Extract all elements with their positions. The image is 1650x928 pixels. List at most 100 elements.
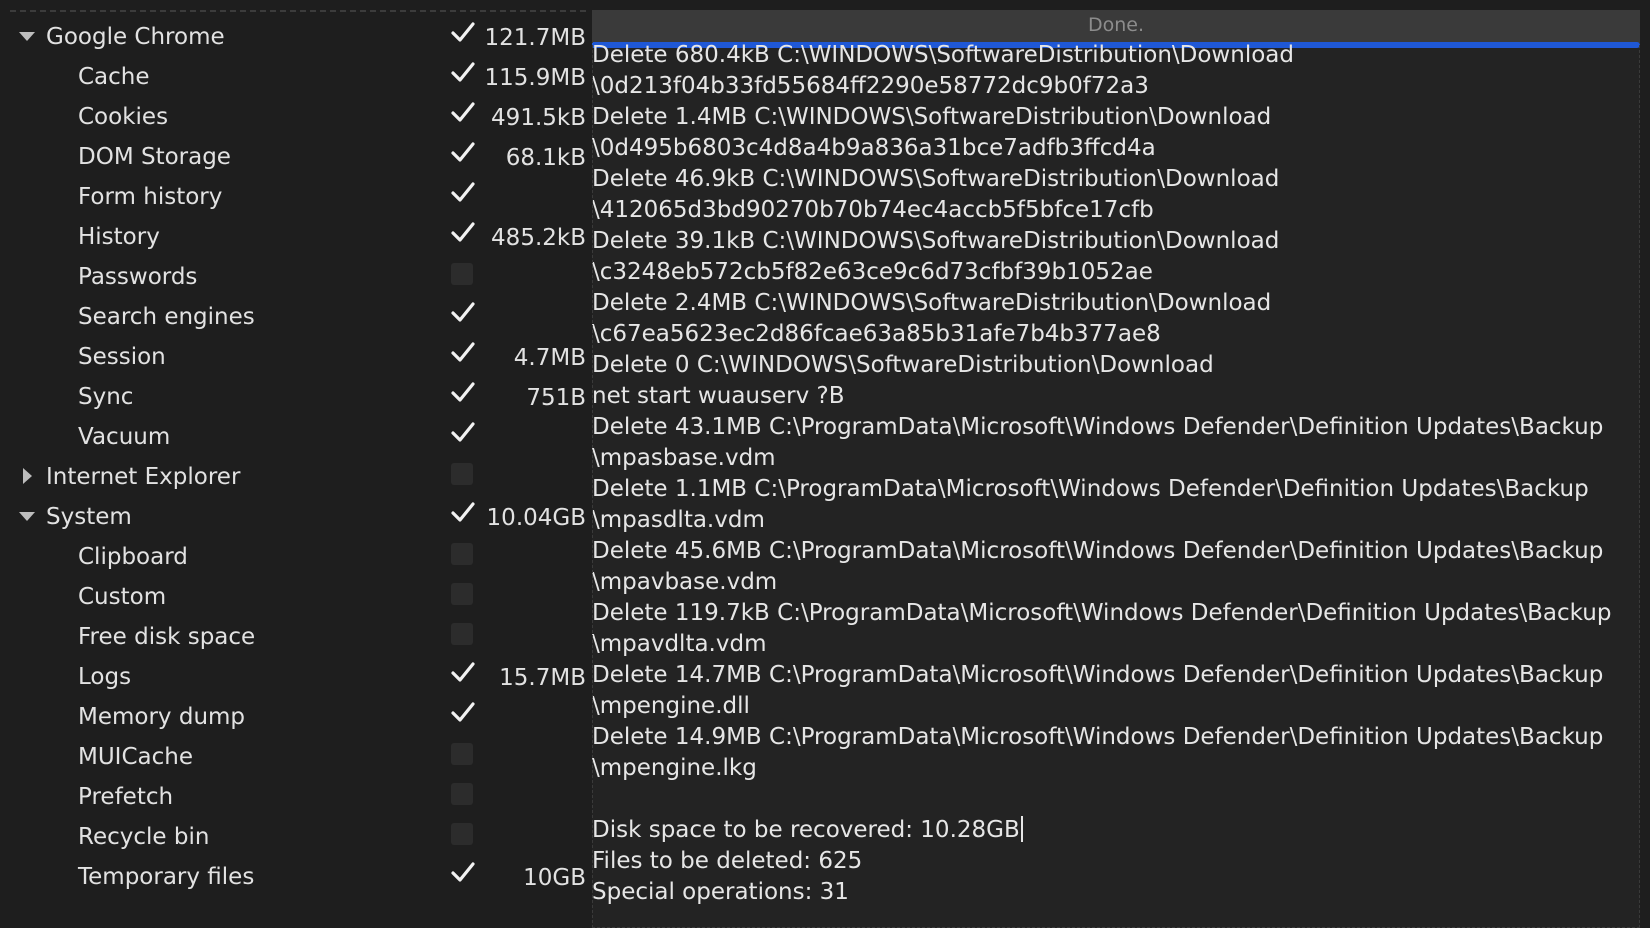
- log-line-text: \mpavbase.vdm: [592, 569, 778, 595]
- tree-item-checkbox[interactable]: [451, 62, 475, 85]
- log-line: Disk space to be recovered: 10.28GB: [592, 815, 1630, 846]
- tree-row[interactable]: Vacuum: [0, 414, 592, 456]
- tree-item-label: Clipboard: [78, 544, 188, 570]
- log-line: Delete 46.9kB C:\WINDOWS\SoftwareDistrib…: [592, 164, 1630, 195]
- tree-item-checkbox[interactable]: [451, 302, 475, 325]
- tree-row[interactable]: Google Chrome 121.7MB: [0, 14, 592, 56]
- log-line: Delete 43.1MB C:\ProgramData\Microsoft\W…: [592, 412, 1630, 443]
- tree-item-size: 491.5kB: [491, 105, 586, 131]
- tree-row[interactable]: Memory dump: [0, 694, 592, 736]
- tree-item-label: Vacuum: [78, 424, 171, 450]
- tree-item-label: Google Chrome: [46, 24, 225, 50]
- checkmark-icon: [451, 662, 475, 682]
- tree-item-size: 68.1kB: [505, 145, 586, 171]
- log-line: Delete 14.9MB C:\ProgramData\Microsoft\W…: [592, 722, 1630, 753]
- checkmark-icon: [451, 502, 475, 522]
- tree-row[interactable]: Session 4.7MB: [0, 334, 592, 376]
- log-line-text: \c67ea5623ec2d86fcae63a85b31afe7b4b377ae…: [592, 321, 1161, 347]
- tree-row[interactable]: MUICache: [0, 734, 592, 776]
- tree-item-checkbox[interactable]: [451, 662, 475, 685]
- tree-row[interactable]: Sync 751B: [0, 374, 592, 416]
- tree-item-label: Logs: [78, 664, 132, 690]
- log-line-text: Delete 1.4MB C:\WINDOWS\SoftwareDistribu…: [592, 104, 1272, 130]
- tree-item-size: 115.9MB: [484, 65, 586, 91]
- tree-row[interactable]: Prefetch: [0, 774, 592, 816]
- log-line: Delete 119.7kB C:\ProgramData\Microsoft\…: [592, 598, 1630, 629]
- tree-item-checkbox[interactable]: [451, 823, 473, 845]
- tree-row[interactable]: Search engines: [0, 294, 592, 336]
- tree-item-checkbox[interactable]: [451, 543, 473, 565]
- checkmark-icon: [451, 62, 475, 82]
- tree-item-label: Prefetch: [78, 784, 174, 810]
- tree-item-checkbox[interactable]: [451, 502, 475, 525]
- tree-item-checkbox[interactable]: [451, 222, 475, 245]
- tree-item-label: Passwords: [78, 264, 198, 290]
- log-line: \0d495b6803c4d8a4b9a836a31bce7adfb3ffcd4…: [592, 133, 1630, 164]
- tree-item-checkbox[interactable]: [451, 142, 475, 165]
- tree-item-checkbox[interactable]: [451, 702, 475, 725]
- tree-item-checkbox[interactable]: [451, 422, 475, 445]
- tree-item-checkbox[interactable]: [451, 783, 473, 805]
- log-line-text: Delete 0 C:\WINDOWS\SoftwareDistribution…: [592, 352, 1214, 378]
- tree-item-checkbox[interactable]: [451, 463, 473, 485]
- log-line-text: \0d495b6803c4d8a4b9a836a31bce7adfb3ffcd4…: [592, 135, 1156, 161]
- tree-row[interactable]: Internet Explorer: [0, 454, 592, 496]
- tree-item-label: Custom: [78, 584, 167, 610]
- preview-log-pane[interactable]: Done. Delete 680.4kB C:\WINDOWS\Software…: [592, 10, 1640, 928]
- checkmark-icon: [451, 862, 475, 882]
- log-text[interactable]: Delete 680.4kB C:\WINDOWS\SoftwareDistri…: [592, 40, 1630, 908]
- tree-item-label: Sync: [78, 384, 134, 410]
- tree-item-checkbox[interactable]: [451, 862, 475, 885]
- tree-row[interactable]: Cache 115.9MB: [0, 54, 592, 96]
- triangle-down-icon[interactable]: [18, 27, 36, 45]
- tree-item-label: Form history: [78, 184, 223, 210]
- log-line-text: \mpasdlta.vdm: [592, 507, 765, 533]
- cleaner-tree[interactable]: Google Chrome 121.7MB Cache 115.9MB Cookies 4…: [0, 0, 592, 928]
- tree-item-size: 10GB: [523, 865, 586, 891]
- tree-row[interactable]: Logs 15.7MB: [0, 654, 592, 696]
- tree-item-checkbox[interactable]: [451, 182, 475, 205]
- tree-item-checkbox[interactable]: [451, 263, 473, 285]
- log-line: Files to be deleted: 625: [592, 846, 1630, 877]
- tree-row[interactable]: System 10.04GB: [0, 494, 592, 536]
- log-line: Delete 1.1MB C:\ProgramData\Microsoft\Wi…: [592, 474, 1630, 505]
- tree-item-size: 10.04GB: [486, 505, 586, 531]
- tree-item-checkbox[interactable]: [451, 583, 473, 605]
- triangle-right-icon[interactable]: [18, 467, 36, 485]
- tree-row[interactable]: Cookies 491.5kB: [0, 94, 592, 136]
- tree-item-checkbox[interactable]: [451, 743, 473, 765]
- tree-row[interactable]: Passwords: [0, 254, 592, 296]
- tree-item-label: Cache: [78, 64, 150, 90]
- log-line: \0d213f04b33fd55684ff2290e58772dc9b0f72a…: [592, 71, 1630, 102]
- triangle-down-icon[interactable]: [18, 507, 36, 525]
- tree-item-checkbox[interactable]: [451, 342, 475, 365]
- tree-item-checkbox[interactable]: [451, 382, 475, 405]
- checkmark-icon: [451, 222, 475, 242]
- log-line-text: \412065d3bd90270b70b74ec4accb5f5bfce17cf…: [592, 197, 1154, 223]
- checkmark-icon: [451, 342, 475, 362]
- tree-item-size: 121.7MB: [484, 25, 586, 51]
- tree-row[interactable]: Custom: [0, 574, 592, 616]
- tree-row[interactable]: Form history: [0, 174, 592, 216]
- tree-item-checkbox[interactable]: [451, 623, 473, 645]
- tree-item-label: History: [78, 224, 160, 250]
- log-line: Delete 45.6MB C:\ProgramData\Microsoft\W…: [592, 536, 1630, 567]
- tree-item-checkbox[interactable]: [451, 102, 475, 125]
- tree-row[interactable]: Temporary files 10GB: [0, 854, 592, 896]
- log-line-text: Special operations: 31: [592, 879, 849, 905]
- tree-row[interactable]: Free disk space: [0, 614, 592, 656]
- tree-item-checkbox[interactable]: [451, 22, 475, 45]
- log-line: \mpavdlta.vdm: [592, 629, 1630, 660]
- log-line-text: Delete 680.4kB C:\WINDOWS\SoftwareDistri…: [592, 42, 1294, 68]
- tree-row[interactable]: Clipboard: [0, 534, 592, 576]
- tree-row[interactable]: Recycle bin: [0, 814, 592, 856]
- tree-row[interactable]: DOM Storage 68.1kB: [0, 134, 592, 176]
- log-line: Delete 680.4kB C:\WINDOWS\SoftwareDistri…: [592, 40, 1630, 71]
- tree-item-label: System: [46, 504, 132, 530]
- tree-row[interactable]: History 485.2kB: [0, 214, 592, 256]
- log-line: Delete 0 C:\WINDOWS\SoftwareDistribution…: [592, 350, 1630, 381]
- log-line-text: Disk space to be recovered: 10.28GB: [592, 817, 1020, 843]
- log-line: \mpengine.dll: [592, 691, 1630, 722]
- log-line: \412065d3bd90270b70b74ec4accb5f5bfce17cf…: [592, 195, 1630, 226]
